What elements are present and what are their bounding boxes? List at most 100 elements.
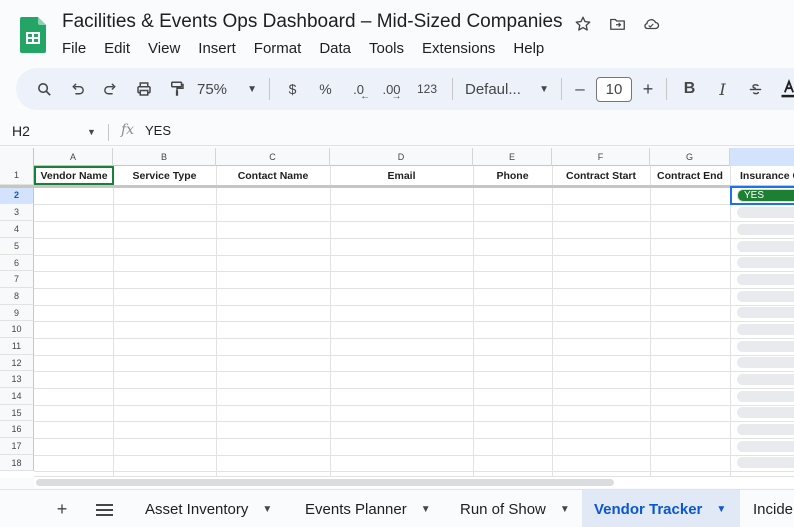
column-header-c[interactable]: C: [216, 148, 330, 166]
row-header-17[interactable]: 17: [0, 438, 34, 455]
strikethrough-icon[interactable]: [739, 74, 772, 104]
dropdown-chip-empty[interactable]: [737, 257, 794, 268]
increase-decimal-button[interactable]: .00 →: [375, 74, 408, 104]
dropdown-chip-empty[interactable]: [737, 424, 794, 435]
horizontal-scrollbar[interactable]: [34, 476, 794, 488]
header-cell-contract-end[interactable]: Contract End: [650, 166, 730, 185]
menu-format[interactable]: Format: [245, 38, 311, 59]
row-header-4[interactable]: 4: [0, 221, 34, 238]
chevron-down-icon[interactable]: ▼: [87, 127, 96, 137]
column-header-f[interactable]: F: [552, 148, 650, 166]
row-header-11[interactable]: 11: [0, 338, 34, 355]
move-to-folder-icon[interactable]: [606, 13, 628, 35]
dropdown-chip-empty[interactable]: [737, 357, 794, 368]
sheet-tab-vendor-tracker[interactable]: Vendor Tracker ▼: [582, 490, 740, 527]
dropdown-chip-empty[interactable]: [737, 407, 794, 418]
print-icon[interactable]: [127, 74, 160, 104]
zoom-select[interactable]: 75% ▼: [193, 74, 263, 104]
dropdown-chip-empty[interactable]: [737, 457, 794, 468]
row-header-12[interactable]: 12: [0, 355, 34, 371]
star-icon[interactable]: [572, 13, 594, 35]
row-header-14[interactable]: 14: [0, 388, 34, 405]
dropdown-chip-empty[interactable]: [737, 391, 794, 402]
italic-button[interactable]: I: [706, 74, 739, 104]
sheet-tab-asset-inventory[interactable]: Asset Inventory ▼: [131, 490, 286, 527]
chevron-down-icon[interactable]: ▼: [560, 504, 570, 515]
header-cell-phone[interactable]: Phone: [473, 166, 552, 185]
menu-file[interactable]: File: [53, 38, 95, 59]
row-header-15[interactable]: 15: [0, 405, 34, 421]
dropdown-chip-empty[interactable]: [737, 307, 794, 318]
menu-extensions[interactable]: Extensions: [413, 38, 504, 59]
row-header-10[interactable]: 10: [0, 321, 34, 338]
row-header-16[interactable]: 16: [0, 421, 34, 438]
percent-format-button[interactable]: %: [309, 74, 342, 104]
row-header-9[interactable]: 9: [0, 305, 34, 321]
paint-format-icon[interactable]: [160, 74, 193, 104]
chevron-down-icon[interactable]: ▼: [716, 504, 726, 515]
header-cell-email[interactable]: Email: [330, 166, 473, 185]
column-header-e[interactable]: E: [473, 148, 552, 166]
menu-edit[interactable]: Edit: [95, 38, 139, 59]
header-cell-insurance[interactable]: Insurance C: [730, 166, 794, 185]
row-header-5[interactable]: 5: [0, 238, 34, 255]
font-size-input[interactable]: 10: [596, 76, 632, 102]
select-all-corner[interactable]: [0, 148, 34, 166]
header-cell-service-type[interactable]: Service Type: [113, 166, 216, 185]
dropdown-chip-empty[interactable]: [737, 207, 794, 218]
menu-view[interactable]: View: [139, 38, 189, 59]
increase-font-size-button[interactable]: +: [636, 74, 660, 104]
row-header-2[interactable]: 2: [0, 187, 34, 204]
formula-input[interactable]: YES: [145, 123, 171, 138]
chevron-down-icon[interactable]: ▼: [421, 504, 431, 515]
dropdown-chip-empty[interactable]: [737, 324, 794, 335]
frozen-row-divider[interactable]: [0, 185, 794, 188]
spreadsheet-grid[interactable]: A B C D E F G 1 2 3 4 5 6 7 8 9 10 11 12…: [0, 148, 794, 478]
scrollbar-thumb[interactable]: [36, 479, 614, 486]
font-family-select[interactable]: Defaul... ▼: [459, 74, 555, 104]
row-header-13[interactable]: 13: [0, 371, 34, 388]
add-sheet-icon[interactable]: +: [49, 498, 75, 520]
decrease-decimal-button[interactable]: .0 ←: [342, 74, 375, 104]
dropdown-chip-empty[interactable]: [737, 274, 794, 285]
dropdown-chip-empty[interactable]: [737, 441, 794, 452]
dropdown-chip-empty[interactable]: [737, 341, 794, 352]
search-menus-icon[interactable]: [28, 74, 61, 104]
menu-help[interactable]: Help: [504, 38, 553, 59]
decrease-font-size-button[interactable]: –: [568, 74, 592, 104]
row-header-18[interactable]: 18: [0, 455, 34, 471]
name-box[interactable]: H2: [12, 123, 30, 139]
dropdown-chip-empty[interactable]: [737, 374, 794, 385]
dropdown-chip-empty[interactable]: [737, 224, 794, 235]
undo-icon[interactable]: [61, 74, 94, 104]
document-title[interactable]: Facilities & Events Ops Dashboard – Mid-…: [62, 11, 563, 33]
chevron-down-icon[interactable]: ▼: [262, 504, 272, 515]
cloud-status-icon[interactable]: [640, 13, 662, 35]
row-header-3[interactable]: 3: [0, 204, 34, 221]
menu-tools[interactable]: Tools: [360, 38, 413, 59]
column-header-h[interactable]: [730, 148, 794, 166]
menu-data[interactable]: Data: [310, 38, 360, 59]
number-format-button[interactable]: 123: [408, 74, 446, 104]
active-cell-selection[interactable]: [730, 186, 794, 205]
sheets-logo-icon[interactable]: [20, 17, 46, 53]
bold-button[interactable]: B: [673, 74, 706, 104]
column-header-d[interactable]: D: [330, 148, 473, 166]
redo-icon[interactable]: [94, 74, 127, 104]
row-header-8[interactable]: 8: [0, 288, 34, 305]
sheet-tab-events-planner[interactable]: Events Planner ▼: [291, 490, 445, 527]
header-cell-contract-start[interactable]: Contract Start: [552, 166, 650, 185]
row-header-6[interactable]: 6: [0, 255, 34, 271]
all-sheets-menu-icon[interactable]: [91, 498, 117, 520]
dropdown-chip-empty[interactable]: [737, 241, 794, 252]
sheet-tab-incidents[interactable]: Incide: [740, 490, 794, 527]
text-color-icon[interactable]: [772, 74, 794, 104]
column-header-g[interactable]: G: [650, 148, 730, 166]
row-header-1[interactable]: 1: [0, 166, 34, 185]
dropdown-chip-empty[interactable]: [737, 291, 794, 302]
header-cell-vendor-name[interactable]: Vendor Name: [34, 166, 114, 185]
menu-insert[interactable]: Insert: [189, 38, 245, 59]
sheet-tab-run-of-show[interactable]: Run of Show ▼: [446, 490, 584, 527]
currency-format-button[interactable]: $: [276, 74, 309, 104]
row-header-7[interactable]: 7: [0, 271, 34, 288]
